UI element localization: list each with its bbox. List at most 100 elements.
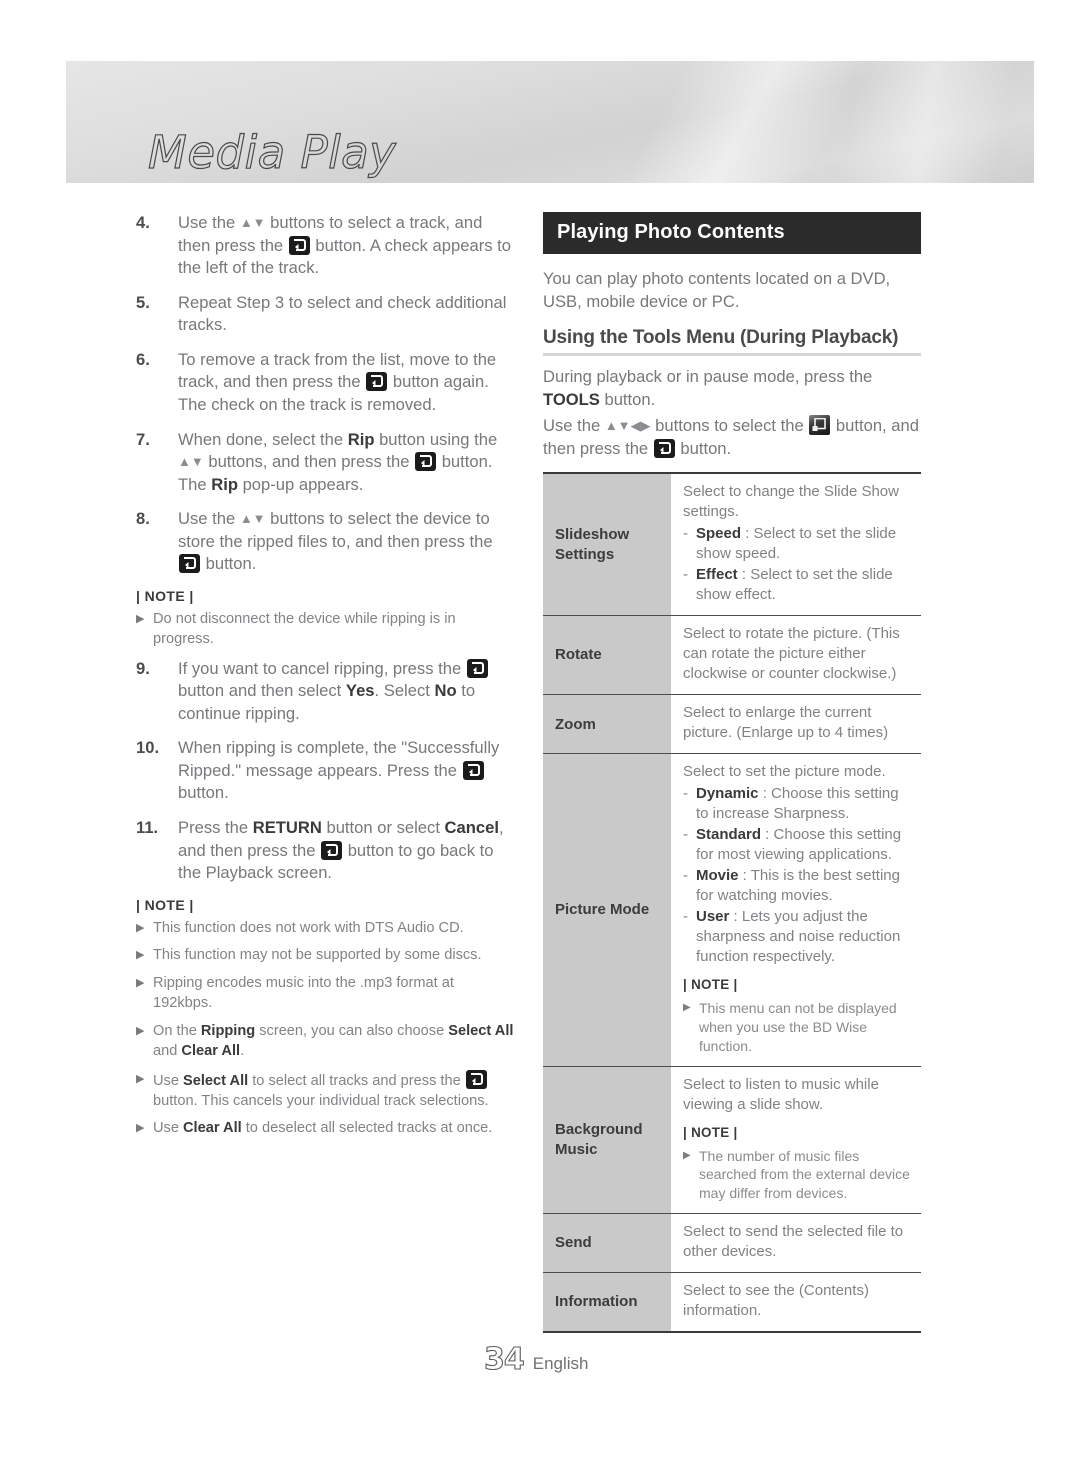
description-paragraph: Select to rotate the picture. (This can … <box>683 624 900 683</box>
description-sub-item: - Standard : Choose this setting for most… <box>683 825 915 865</box>
step-text: To remove a track from the list, move to… <box>178 349 497 414</box>
step-text: Use the ▲▼ buttons to select the device … <box>178 509 493 574</box>
emphasis-text: Effect <box>696 565 738 583</box>
tools-option-description: Select to see the (Contents) information… <box>671 1272 921 1333</box>
note-item-text: This menu can not be displayed when you … <box>699 1000 897 1054</box>
note-item-text: This function may not be supported by so… <box>153 947 482 964</box>
description-sub-item: - Movie : This is the best setting for wa… <box>683 866 915 906</box>
emphasis-text: TOOLS <box>543 389 600 409</box>
description-sub-item: - Effect : Select to set the slide show e… <box>683 565 915 605</box>
tools-button-icon <box>809 415 831 436</box>
instruction-step: 7. When done, select the Rip button using… <box>136 429 514 497</box>
note-bullet-icon: ▶ <box>136 977 145 990</box>
table-row: Picture Mode Select to set the picture mo… <box>543 753 921 1067</box>
tools-option-label: Picture Mode <box>543 753 671 1067</box>
table-row: Rotate Select to rotate the picture. (Thi… <box>543 615 921 696</box>
emphasis-text: Yes <box>345 681 375 701</box>
tools-option-description: Select to listen to music while viewing … <box>671 1066 921 1214</box>
tools-option-label: Slideshow Settings <box>543 473 671 616</box>
table-row: Send Select to send the selected file to … <box>543 1213 921 1274</box>
sub-item-text: Speed : Select to set the slide show spe… <box>696 524 897 562</box>
note-bullet-icon: ▶ <box>136 612 145 625</box>
note-item-text: Do not disconnect the device while rippi… <box>153 610 456 647</box>
note-item-text: The number of music files searched from … <box>699 1147 910 1202</box>
dash-marker: - <box>683 825 688 843</box>
tools-option-description: Select to enlarge the current picture. (… <box>671 694 921 755</box>
description-paragraph: Select to set the picture mode. <box>683 763 886 781</box>
emphasis-text: User <box>696 908 730 926</box>
dash-marker: - <box>683 524 688 542</box>
note-heading: | NOTE | <box>136 896 194 913</box>
enter-button-icon <box>466 658 488 678</box>
step-list-secondary: 9. If you want to cancel ripping, press t… <box>136 658 514 885</box>
dash-marker: - <box>683 784 688 802</box>
step-text: When done, select the Rip button using t… <box>178 429 498 494</box>
emphasis-text: RETURN <box>252 817 322 837</box>
right-column: Playing Photo Contents You can play phot… <box>543 212 921 1334</box>
note-bullet-icon: ▶ <box>136 921 145 934</box>
emphasis-text: Movie <box>696 866 739 884</box>
direction-arrows-glyph: ▲▼ <box>239 511 266 527</box>
step-text: Press the RETURN button or select Cancel… <box>178 817 504 883</box>
table-row: Background Music Select to listen to musi… <box>543 1066 921 1214</box>
step-text: When ripping is complete, the "Successfu… <box>178 738 500 803</box>
instruction-step: 8. Use the ▲▼ buttons to select the devic… <box>136 508 514 576</box>
instruction-line: During playback or in pause mode, press … <box>543 367 873 409</box>
emphasis-text: Select All <box>448 1023 514 1039</box>
page-title: Media Play <box>147 125 397 179</box>
description-sub-item: - Speed : Select to set the slide show sp… <box>683 524 915 564</box>
instruction-step: 5. Repeat Step 3 to select and check addi… <box>136 292 514 337</box>
emphasis-text: Select All <box>183 1072 249 1089</box>
enter-button-icon <box>321 840 343 860</box>
emphasis-text: Cancel <box>444 817 499 837</box>
note-list-item: ▶ This menu can not be displayed when you… <box>683 999 915 1055</box>
note-block-rip-limitations: | NOTE | ▶ This function does not work wit… <box>136 897 514 1140</box>
step-text: Use the ▲▼ buttons to select a track, an… <box>178 213 511 278</box>
tools-option-label: Rotate <box>543 615 671 696</box>
note-list-item: ▶ Use Select All to select all tracks and… <box>136 1069 514 1112</box>
table-row: Slideshow Settings Select to change the S… <box>543 473 921 616</box>
emphasis-text: No <box>434 681 457 701</box>
direction-arrows-glyph: ▲▼ <box>239 215 266 230</box>
tools-option-label: Background Music <box>543 1066 671 1214</box>
enter-button-icon <box>462 760 484 780</box>
note-list-item: ▶ On the Ripping screen, you can also cho… <box>136 1022 514 1062</box>
emphasis-text: Ripping <box>200 1023 256 1039</box>
enter-button-icon <box>465 1069 487 1089</box>
dash-marker: - <box>683 908 688 926</box>
note-block-ripping: | NOTE | ▶ Do not disconnect the device wh… <box>136 588 514 650</box>
direction-arrows-glyph: ▲▼◀▶ <box>604 418 651 434</box>
emphasis-text: Dynamic <box>696 784 759 802</box>
enter-button-icon <box>653 438 675 458</box>
step-number: 5. <box>136 292 150 312</box>
sub-item-text: Movie : This is the best setting for wat… <box>696 866 900 904</box>
note-bullet-icon: ▶ <box>136 1072 145 1085</box>
step-number: 10. <box>136 738 160 758</box>
emphasis-text: Speed <box>696 524 742 542</box>
emphasis-text: Clear All <box>181 1042 241 1059</box>
tools-menu-table: Slideshow Settings Select to change the S… <box>543 472 921 1334</box>
emphasis-text: Standard <box>696 825 762 843</box>
subsection-title-tools-menu: Using the Tools Menu (During Playback) <box>543 327 921 357</box>
step-number: 4. <box>136 213 150 232</box>
sub-item-text: Dynamic : Choose this setting to increas… <box>696 784 899 822</box>
step-number: 9. <box>136 658 150 678</box>
instruction-step: 6. To remove a track from the list, move … <box>136 349 514 417</box>
emphasis-text: Rip <box>347 429 375 449</box>
instruction-step: 11. Press the RETURN button or select Can… <box>136 817 514 885</box>
note-heading: | NOTE | <box>683 1124 738 1140</box>
enter-button-icon <box>288 235 310 255</box>
table-row: Zoom Select to enlarge the current pictur… <box>543 694 921 755</box>
direction-arrows-glyph: ▲▼ <box>178 454 204 470</box>
page-footer: 34 English <box>483 1341 588 1377</box>
description-sub-item: - Dynamic : Choose this setting to increa… <box>683 784 915 824</box>
note-bullet-icon: ▶ <box>136 1025 145 1037</box>
note-list-item: ▶ The number of music files searched from… <box>683 1147 915 1203</box>
tools-option-description: Select to change the Slide Show settings… <box>671 473 921 616</box>
left-column: 4. Use the ▲▼ buttons to select a track, … <box>136 212 514 1147</box>
tools-option-label: Information <box>543 1272 671 1333</box>
sub-item-text: Effect : Select to set the slide show ef… <box>696 565 893 603</box>
emphasis-text: Rip <box>211 474 238 494</box>
note-list-item: ▶ This function does not work with DTS Au… <box>136 919 514 939</box>
step-text: If you want to cancel ripping, press the… <box>178 658 514 726</box>
